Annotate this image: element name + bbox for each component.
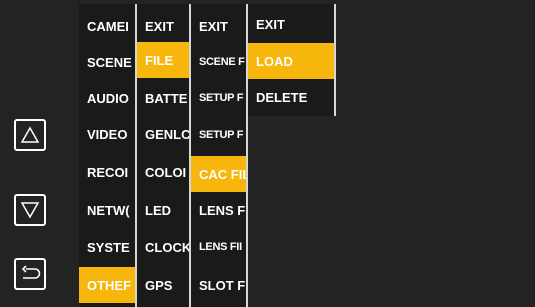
menu-item-audio[interactable]: AUDIO [79,80,135,116]
menu-item-lens-file-2[interactable]: LENS FII [191,229,246,265]
menu-item-setup-file-2[interactable]: SETUP F [191,117,246,153]
menu-item-exit[interactable]: EXIT [191,8,246,44]
cac-file-menu-column: EXIT LOAD DELETE [248,4,334,116]
menu-item-slot-file[interactable]: SLOT F [191,267,246,303]
triangle-down-icon [20,202,40,219]
menu-item-color[interactable]: COLOI [137,154,189,190]
back-button[interactable] [14,258,46,290]
menu-item-network[interactable]: NETW( [79,192,135,228]
main-menu-column: CAMEI SCENE AUDIO VIDEO RECOI NETW( SYST… [79,4,135,307]
menu-item-cac-file[interactable]: CAC FIL [191,156,246,192]
menu-item-exit[interactable]: EXIT [248,6,334,42]
menu-item-load[interactable]: LOAD [248,43,334,79]
triangle-up-icon [20,126,40,143]
menu-item-system[interactable]: SYSTE [79,229,135,265]
menu-item-scene-file[interactable]: SCENE F [191,44,246,80]
menu-item-recording[interactable]: RECOI [79,154,135,190]
menu-item-others[interactable]: OTHEF [79,267,135,303]
menu-item-lens-file[interactable]: LENS F [191,192,246,228]
menu-item-delete[interactable]: DELETE [248,79,334,115]
menu-item-setup-file[interactable]: SETUP F [191,80,246,116]
menu-item-camera[interactable]: CAMEI [79,8,135,44]
menu-item-file[interactable]: FILE [137,42,189,78]
scroll-up-button[interactable] [14,119,46,151]
menu-item-battery[interactable]: BATTE [137,80,189,116]
menu-item-genlock[interactable]: GENLC [137,116,189,152]
menu-item-gps[interactable]: GPS [137,267,189,303]
others-menu-column: EXIT FILE BATTE GENLC COLOI LED CLOCK GP… [137,4,189,307]
column-divider [334,4,336,116]
return-arrow-icon [21,265,41,279]
menu-item-exit[interactable]: EXIT [137,8,189,44]
menu-item-video[interactable]: VIDEO [79,116,135,152]
menu-item-clock[interactable]: CLOCK [137,229,189,265]
menu-item-scene[interactable]: SCENE [79,44,135,80]
file-menu-column: EXIT SCENE F SETUP F SETUP F CAC FIL LEN… [191,4,246,307]
scroll-down-button[interactable] [14,194,46,226]
menu-screen: CAMEI SCENE AUDIO VIDEO RECOI NETW( SYST… [0,0,535,307]
menu-item-led[interactable]: LED [137,192,189,228]
